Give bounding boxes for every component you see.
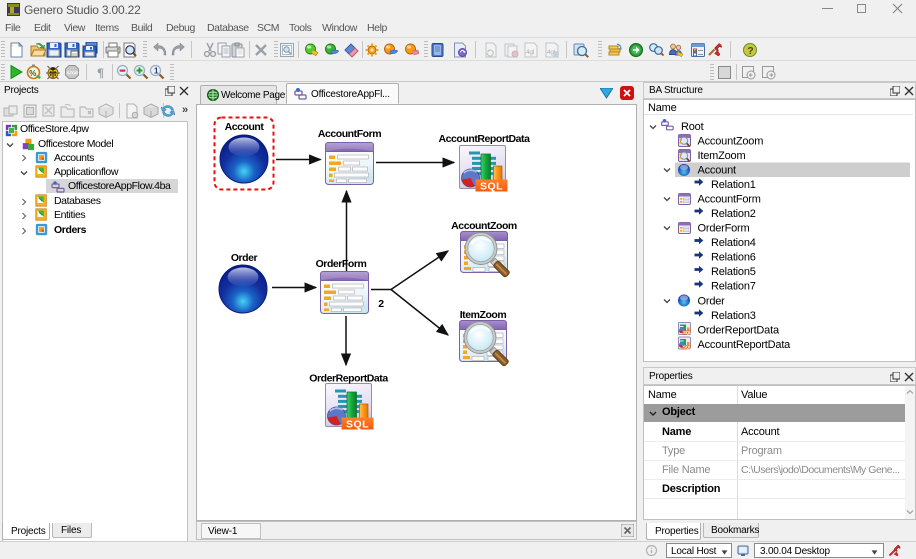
svg-text:Relation1: Relation1 [711,179,756,191]
svg-text:AccountForm: AccountForm [318,128,381,140]
svg-text:AccountReportData: AccountReportData [439,133,531,145]
svg-text:AccountZoom: AccountZoom [698,136,764,148]
svg-text:AccountZoom: AccountZoom [451,220,517,232]
svg-text:Relation5: Relation5 [711,266,756,278]
svg-text:Relation3: Relation3 [711,310,756,322]
svg-text:%: % [29,69,36,78]
svg-text:2: 2 [378,298,384,310]
svg-text:¶: ¶ [97,65,104,80]
svg-text:OrderForm: OrderForm [316,258,367,270]
svg-text:OrderReportData: OrderReportData [309,373,388,385]
svg-text:Order: Order [231,252,258,264]
svg-text:AccountReportData: AccountReportData [698,339,792,351]
svg-text:Account: Account [698,165,736,177]
svg-text:Relation7: Relation7 [711,281,756,293]
svg-text:Relation6: Relation6 [711,252,756,264]
svg-text:4gl: 4gl [526,49,535,56]
svg-text:ItemZoom: ItemZoom [698,150,746,162]
svg-text:Relation2: Relation2 [711,208,756,220]
svg-text:OrderForm: OrderForm [698,223,750,235]
svg-text:STOP: STOP [67,71,79,76]
svg-text:ItemZoom: ItemZoom [460,309,507,321]
svg-text:Root: Root [681,121,704,133]
svg-text:Order: Order [698,296,726,308]
svg-text:AccountForm: AccountForm [698,194,761,206]
svg-text:?: ? [747,45,753,57]
svg-text:Relation4: Relation4 [711,237,756,249]
svg-text:Account: Account [225,121,265,133]
svg-text:OrderReportData: OrderReportData [698,325,780,337]
